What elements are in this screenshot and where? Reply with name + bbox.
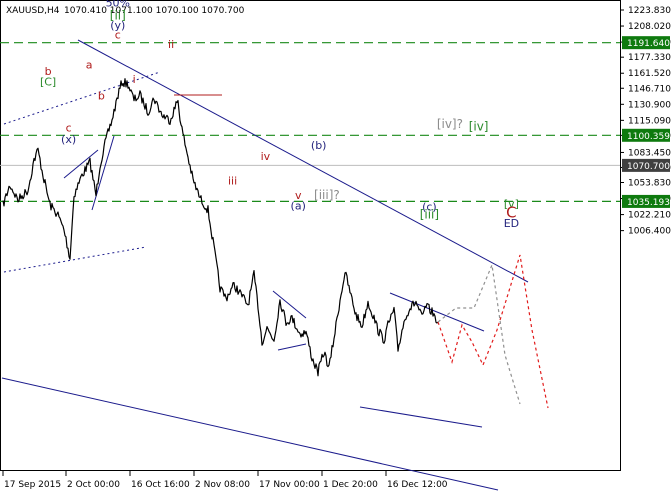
wave-label-3: b <box>98 90 105 103</box>
x-tick-label-1: 2 Oct 00:00 <box>67 480 120 490</box>
current-price-tag: 1070.700 <box>622 158 670 172</box>
x-tick-label-6: 16 Dec 12:00 <box>387 480 448 490</box>
wave-label-19: [iv] <box>469 120 489 134</box>
wave-label-5: (x) <box>61 133 76 146</box>
y-tick-label-3: 1177.330 <box>628 53 671 63</box>
trend-line-1 <box>1 377 499 491</box>
x-axis: 17 Sep 2015 2 Oct 00:00 16 Oct 16:00 2 Nov … <box>2 471 448 490</box>
trend-line-9 <box>389 292 485 332</box>
wave-label-12: iv <box>261 150 271 163</box>
wave-label-15: (a) <box>291 200 306 213</box>
svg-text:1070.700: 1070.700 <box>627 162 670 172</box>
y-tick-label-5: 1146.710 <box>628 84 671 94</box>
ohlc-values: 1070.410 1071.100 1070.100 1070.700 <box>64 6 245 16</box>
y-tick-label-4: 1161.520 <box>628 69 671 79</box>
y-tick-label-9: 1083.450 <box>628 148 671 158</box>
wave-label-16: [iii]? <box>314 188 340 202</box>
level-tag-2: 1035.193 <box>622 194 670 208</box>
trend-line-3 <box>3 71 161 125</box>
channel-lines <box>1 39 529 491</box>
wave-label-18: [iv]? <box>437 117 463 131</box>
y-tick-label-11: 1053.830 <box>628 179 671 189</box>
symbol-label: XAUUSD,H4 <box>6 6 60 16</box>
trend-line-2 <box>3 246 147 273</box>
wave-label-2: a <box>86 59 93 72</box>
wave-label-9: c <box>115 28 121 41</box>
y-tick-label-1: 1208.020 <box>628 22 671 32</box>
y-tick-label-0: 1223.830 <box>628 6 671 16</box>
projection-paths <box>437 254 549 409</box>
price-chart[interactable]: XAUUSD,H4 1070.410 1071.100 1070.100 107… <box>0 0 671 495</box>
svg-text:1191.640: 1191.640 <box>627 39 670 49</box>
level-tag-1: 1100.359 <box>622 128 670 142</box>
y-tick-label-6: 1130.900 <box>628 100 671 110</box>
wave-label-24: ED <box>504 217 519 230</box>
trend-line-5 <box>91 135 115 211</box>
wave-label-17: (b) <box>311 139 327 152</box>
y-tick-label-14: 1006.400 <box>628 227 671 237</box>
x-tick-label-0: 17 Sep 2015 <box>4 480 61 490</box>
x-tick-label-4: 17 Nov 00:00 <box>259 480 320 490</box>
svg-text:1035.193: 1035.193 <box>627 198 670 208</box>
projection-grey <box>437 262 521 405</box>
wave-label-1: [C] <box>40 75 56 88</box>
trend-line-8 <box>277 343 307 351</box>
y-tick-label-13: 1022.210 <box>628 211 671 221</box>
wave-label-10: i <box>133 73 136 86</box>
x-tick-label-5: 1 Dec 20:00 <box>323 480 378 490</box>
svg-text:1100.359: 1100.359 <box>627 132 670 142</box>
wave-label-13: iii <box>228 174 237 187</box>
trend-line-0 <box>77 39 529 283</box>
x-tick-label-2: 16 Oct 16:00 <box>131 480 190 490</box>
plot-frame <box>0 0 621 471</box>
y-tick-label-7: 1115.090 <box>628 116 671 126</box>
trend-line-10 <box>359 406 483 428</box>
wave-label-11: ii <box>168 38 174 51</box>
wave-label-21: [iii] <box>420 207 439 221</box>
x-tick-label-3: 2 Nov 08:00 <box>195 480 250 490</box>
wave-labels: b[C]abc(x)50%[ii](y)ciiiiviiiv(a)[iii]?(… <box>40 0 519 230</box>
level-tag-0: 1191.640 <box>622 36 670 50</box>
projection-red <box>437 254 549 409</box>
